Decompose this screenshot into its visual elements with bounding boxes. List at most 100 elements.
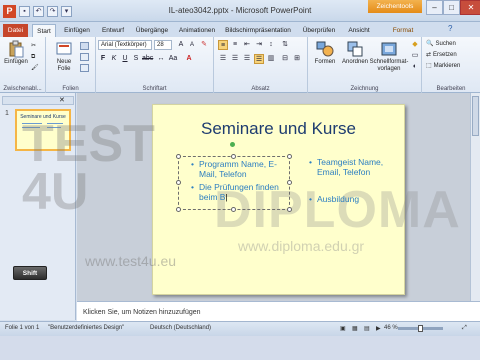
shape-effects-icon[interactable]: ◐ <box>410 62 420 72</box>
cut-button[interactable]: ✂ <box>31 42 36 50</box>
context-tab-group-label: Zeichentools <box>368 0 422 13</box>
shape-outline-icon[interactable]: ▭ <box>410 51 420 61</box>
layout-icon <box>80 42 89 50</box>
reading-view-icon[interactable]: ▤ <box>364 325 370 332</box>
replace-label: Ersetzen <box>433 52 457 58</box>
reset-button[interactable] <box>80 53 89 61</box>
ribbon-tabs: Datei Start Einfügen Entwurf Übergänge A… <box>0 22 480 37</box>
notes-placeholder[interactable]: Klicken Sie, um Notizen hinzuzufügen <box>83 309 201 316</box>
tab-slideshow[interactable]: Bildschirmpräsentation <box>222 24 294 37</box>
spacing-icon[interactable]: ↔ <box>156 54 166 64</box>
layout-button[interactable] <box>80 42 89 50</box>
align-text-icon[interactable]: ⊟ <box>280 54 290 64</box>
justify-icon[interactable]: ☰ <box>254 54 264 64</box>
resize-handle[interactable] <box>287 154 292 159</box>
scrollbar-thumb[interactable] <box>472 96 479 136</box>
change-case-icon[interactable]: Aa <box>168 54 178 64</box>
italic-icon[interactable]: K <box>109 54 119 64</box>
decrease-indent-icon[interactable]: ⇤ <box>242 40 252 50</box>
resize-handle[interactable] <box>176 180 181 185</box>
shapes-button[interactable]: Formen <box>312 40 338 66</box>
select-button[interactable]: ⬚ Markieren <box>426 62 460 70</box>
tab-transitions[interactable]: Übergänge <box>132 24 172 37</box>
close-button[interactable]: ✕ <box>460 0 480 15</box>
resize-handle[interactable] <box>287 207 292 212</box>
tab-design[interactable]: Entwurf <box>98 24 128 37</box>
format-painter-button[interactable]: 🖌 <box>31 64 39 72</box>
tab-format[interactable]: Format <box>378 24 428 37</box>
find-label: Suchen <box>435 41 456 47</box>
section-button[interactable] <box>80 64 89 72</box>
group-drawing: Formen Anordnen Schnellformat-vorlagen ◆… <box>308 37 422 93</box>
line-spacing-icon[interactable]: ↕ <box>266 40 276 50</box>
text-direction-icon[interactable]: ⇅ <box>280 40 290 50</box>
vertical-scrollbar[interactable] <box>470 93 480 301</box>
align-right-icon[interactable]: ☰ <box>242 54 252 64</box>
new-slide-button[interactable]: Neue Folie <box>52 40 76 73</box>
resize-handle[interactable] <box>176 207 181 212</box>
align-left-icon[interactable]: ☰ <box>218 54 228 64</box>
close-pane-icon[interactable]: ✕ <box>59 96 65 104</box>
taskbar <box>0 336 480 360</box>
fit-to-window-icon[interactable]: ⤢ <box>462 325 467 332</box>
ribbon: Einfügen ✂ ⧉ 🖌 Zwischenabl... Neue Folie… <box>0 37 480 93</box>
watermark-diploma-url: www.diploma.edu.gr <box>238 238 365 254</box>
tab-home[interactable]: Start <box>32 24 56 37</box>
resize-handle[interactable] <box>287 180 292 185</box>
font-size-combo[interactable]: 28 <box>154 40 172 50</box>
quick-styles-icon <box>381 42 397 56</box>
select-icon: ⬚ <box>426 63 432 69</box>
resize-handle[interactable] <box>176 154 181 159</box>
normal-view-icon[interactable]: ▣ <box>340 325 346 332</box>
arrange-button[interactable]: Anordnen <box>340 40 370 66</box>
clear-format-icon[interactable]: ✎ <box>199 40 209 50</box>
slide-title[interactable]: Seminare und Kurse <box>152 119 405 139</box>
status-slide-info: Folie 1 von 1 <box>5 325 40 331</box>
tab-animations[interactable]: Animationen <box>176 24 218 37</box>
paste-button[interactable]: Einfügen <box>3 40 29 66</box>
group-font: Arial (Textkörper) 28 A A ✎ F K U S abc … <box>96 37 214 93</box>
copy-button[interactable]: ⧉ <box>31 53 35 61</box>
shrink-font-icon[interactable]: A <box>187 40 197 50</box>
zoom-slider-knob[interactable] <box>418 325 423 332</box>
replace-button[interactable]: ⇄ Ersetzen <box>426 51 457 59</box>
paste-icon <box>9 40 24 58</box>
slideshow-view-icon[interactable]: ▶ <box>376 325 381 332</box>
slide-sorter-icon[interactable]: ▦ <box>352 325 358 332</box>
maximize-button[interactable]: □ <box>443 0 460 15</box>
align-center-icon[interactable]: ☰ <box>230 54 240 64</box>
minimize-button[interactable]: – <box>426 0 443 15</box>
font-color-icon[interactable]: A <box>184 54 194 64</box>
quick-styles-button[interactable]: Schnellformat-vorlagen <box>370 40 408 73</box>
tab-insert[interactable]: Einfügen <box>60 24 94 37</box>
shape-fill-icon[interactable]: ◆ <box>410 40 420 50</box>
grow-font-icon[interactable]: A <box>176 40 186 50</box>
copy-icon: ⧉ <box>31 54 36 60</box>
rotation-handle[interactable] <box>230 142 235 147</box>
right-bullet-item: • Ausbildung <box>309 194 387 204</box>
underline-icon[interactable]: U <box>120 54 130 64</box>
resize-handle[interactable] <box>231 207 236 212</box>
status-zoom[interactable]: 46 % <box>384 325 398 331</box>
tab-review[interactable]: Überprüfen <box>298 24 340 37</box>
font-name-combo[interactable]: Arial (Textkörper) <box>98 40 152 50</box>
numbering-icon[interactable]: ≡ <box>230 40 240 50</box>
columns-icon[interactable]: ▥ <box>266 54 276 64</box>
binoculars-icon: 🔍 <box>426 41 434 47</box>
pane-tabs[interactable]: ✕ <box>2 96 74 105</box>
shapes-icon <box>316 41 334 57</box>
help-icon[interactable]: ? <box>448 24 452 33</box>
tab-view[interactable]: Ansicht <box>344 24 374 37</box>
tab-file[interactable]: Datei <box>3 24 28 37</box>
shadow-icon[interactable]: S <box>131 54 141 64</box>
find-button[interactable]: 🔍 Suchen <box>426 40 456 48</box>
increase-indent-icon[interactable]: ⇥ <box>254 40 264 50</box>
smartart-icon[interactable]: ⊞ <box>292 54 302 64</box>
text-cursor: | <box>225 192 228 202</box>
left-bullet-text: Die Prüfungen finden beim B <box>199 182 279 202</box>
quick-styles-label: Schnellformat-vorlagen <box>369 59 409 72</box>
bold-icon[interactable]: F <box>98 54 108 64</box>
left-bullet-item: • Die Prüfungen finden beim B| <box>191 182 285 202</box>
bullets-icon[interactable]: ≡ <box>218 40 228 50</box>
strikethrough-icon[interactable]: abc <box>142 54 153 64</box>
